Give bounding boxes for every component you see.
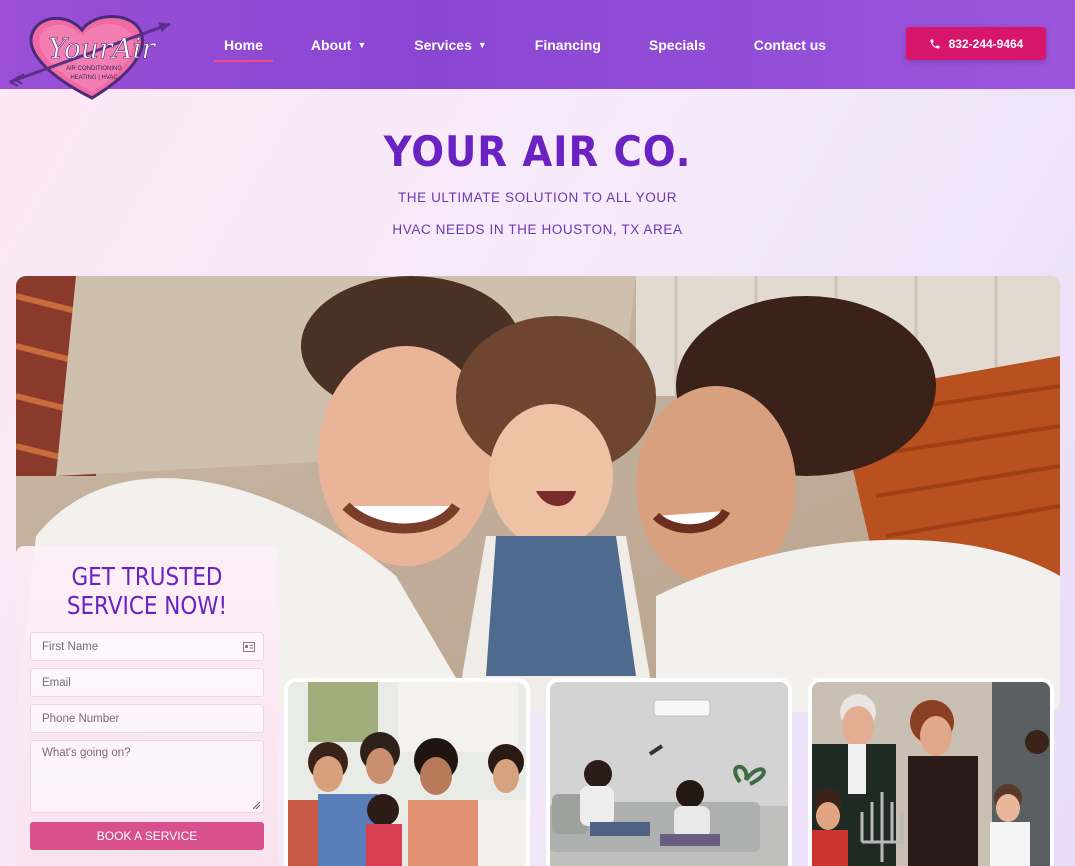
chevron-down-icon: ▼ bbox=[477, 39, 487, 50]
message-field[interactable]: What's going on? bbox=[30, 740, 264, 813]
call-button[interactable]: 832-244-9464 bbox=[906, 27, 1046, 60]
hero-subtitle-line2: HVAC NEEDS IN THE HOUSTON, TX AREA bbox=[392, 222, 683, 237]
thumbnail-ac-living-room bbox=[546, 678, 792, 866]
book-service-button[interactable]: BOOK A SERVICE bbox=[30, 822, 264, 850]
email-field[interactable]: Email bbox=[30, 668, 264, 697]
resize-handle-icon[interactable] bbox=[253, 802, 260, 809]
logo-tagline-2: HEATING | HVAC bbox=[70, 75, 118, 81]
nav-financing-label: Financing bbox=[534, 36, 601, 53]
page-title: YOUR AIR CO. bbox=[383, 127, 692, 176]
nav-services[interactable]: Services ▼ bbox=[390, 0, 511, 89]
hero-subtitle-line1: THE ULTIMATE SOLUTION TO ALL YOUR bbox=[397, 190, 678, 205]
nav-services-label: Services bbox=[414, 36, 472, 53]
first-name-field[interactable]: First Name bbox=[30, 632, 264, 661]
email-placeholder: Email bbox=[42, 676, 71, 689]
contact-card-icon bbox=[243, 642, 255, 652]
phone-number: 832-244-9464 bbox=[948, 36, 1024, 51]
nav-about[interactable]: About ▼ bbox=[287, 0, 390, 89]
logo-tagline-1: AIR CONDITIONING bbox=[66, 66, 122, 72]
phone-placeholder: Phone Number bbox=[42, 712, 120, 725]
nav-contact-label: Contact us bbox=[753, 36, 827, 53]
booking-form: GET TRUSTED SERVICE NOW! First Name Emai… bbox=[16, 546, 278, 866]
nav-specials[interactable]: Specials bbox=[625, 0, 730, 89]
nav-home-label: Home bbox=[224, 36, 263, 53]
site-header: YourAir AIR CONDITIONING HEATING | HVAC … bbox=[0, 0, 1075, 100]
form-title: GET TRUSTED SERVICE NOW! bbox=[34, 562, 259, 620]
main-nav: Home About ▼ Services ▼ Financing Specials… bbox=[200, 0, 850, 89]
first-name-placeholder: First Name bbox=[42, 640, 99, 653]
chevron-down-icon: ▼ bbox=[357, 39, 367, 50]
nav-home[interactable]: Home bbox=[200, 0, 287, 89]
nav-financing[interactable]: Financing bbox=[511, 0, 625, 89]
message-placeholder: What's going on? bbox=[42, 747, 131, 759]
phone-field[interactable]: Phone Number bbox=[30, 704, 264, 733]
logo-wordmark: YourAir bbox=[48, 32, 157, 65]
brand-logo[interactable]: YourAir AIR CONDITIONING HEATING | HVAC bbox=[8, 8, 178, 106]
nav-specials-label: Specials bbox=[648, 36, 706, 53]
form-title-line2: SERVICE NOW! bbox=[66, 591, 228, 620]
phone-icon bbox=[930, 39, 940, 48]
nav-about-label: About bbox=[310, 36, 352, 53]
thumbnail-family-couch bbox=[284, 678, 530, 866]
thumbnail-family-celebration bbox=[808, 678, 1054, 866]
form-title-line1: GET TRUSTED bbox=[71, 562, 223, 591]
nav-contact[interactable]: Contact us bbox=[730, 0, 850, 89]
